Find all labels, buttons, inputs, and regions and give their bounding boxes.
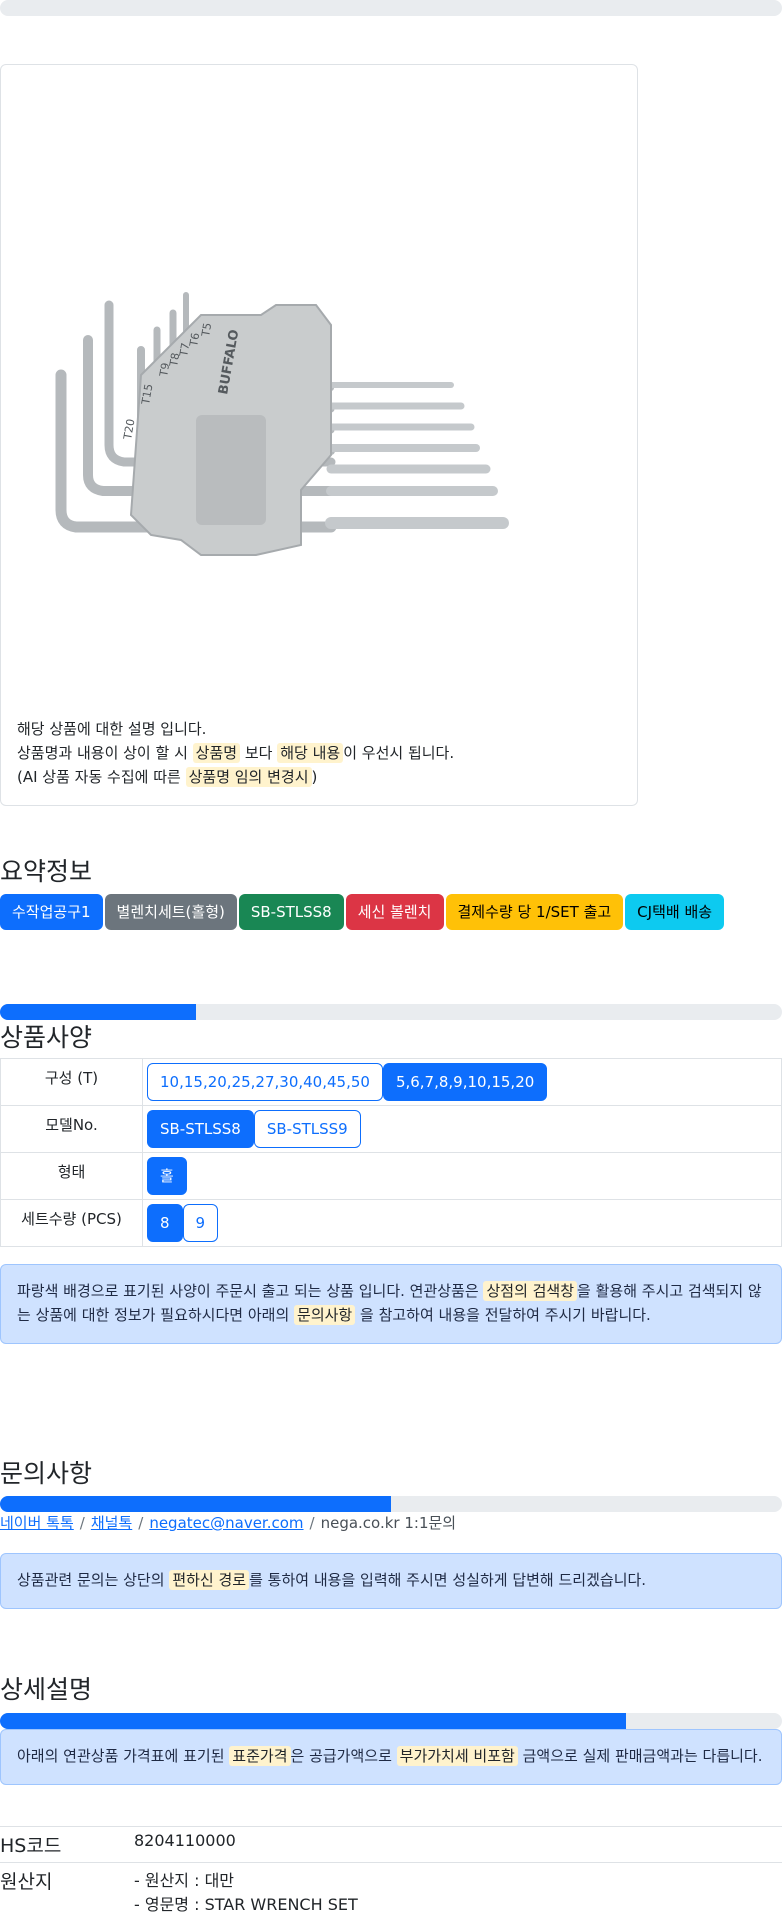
product-notice: 해당 상품에 대한 설명 입니다. 상품명과 내용이 상이 할 시 상품명 보다… [17,717,454,789]
notice-line: 해당 상품에 대한 설명 입니다. [17,717,454,741]
spec-title: 상품사양 [0,1018,92,1054]
summary-badge: 별렌치세트(홀형) [105,894,237,930]
summary-badge: CJ택배 배송 [625,894,724,930]
spec-option-button[interactable]: 10,15,20,25,27,30,40,45,50 [147,1063,383,1101]
size-marking: T20 [121,418,138,442]
origin-value: - 원산지 : 대만- 영문명 : STAR WRENCH SET [134,1863,782,1919]
detail-progress [0,1713,782,1729]
spec-option-button[interactable]: 9 [183,1204,219,1242]
inquiry-links: 네이버 톡톡/채널톡/negatec@naver.com/nega.co.kr … [0,1512,456,1533]
email-link[interactable]: negatec@naver.com [149,1514,303,1532]
one-on-one-inquiry: nega.co.kr 1:1문의 [321,1514,457,1532]
hs-code-value: 8204110000 [134,1827,782,1863]
summary-badge: 세신 볼렌치 [346,894,444,930]
spec-label: 세트수량 (PCS) [1,1200,143,1247]
hs-code-label: HS코드 [0,1827,134,1863]
inquiry-notice: 상품관련 문의는 상단의 편하신 경로를 통하여 내용을 입력해 주시면 성실하… [0,1553,782,1609]
spec-notice: 파랑색 배경으로 표기된 사양이 주문시 출고 되는 상품 입니다. 연관상품은… [0,1264,782,1344]
detail-info-table: HS코드 8204110000 원산지 - 원산지 : 대만- 영문명 : ST… [0,1826,782,1919]
summary-title: 요약정보 [0,852,92,888]
spec-option-button[interactable]: SB-STLSS9 [254,1110,361,1148]
spec-option-button[interactable]: 8 [147,1204,183,1242]
notice-line: 상품명과 내용이 상이 할 시 상품명 보다 해당 내용이 우선시 됩니다. [17,741,454,765]
spec-option-button[interactable]: SB-STLSS8 [147,1110,254,1148]
product-image: BUFFALO T5 T6 T7 T8 T9 T15 T20 [31,255,631,595]
detail-notice: 아래의 연관상품 가격표에 표기된 표준가격은 공급가액으로 부가가치세 비포함… [0,1729,782,1785]
detail-title: 상세설명 [0,1670,92,1706]
spec-label: 모델No. [1,1106,143,1153]
summary-badge: 수작업공구1 [0,894,103,930]
size-marking: T9 [157,362,172,379]
channel-talk-link[interactable]: 채널톡 [91,1514,132,1532]
spec-row: 형태홀 [1,1153,782,1200]
origin-label: 원산지 [0,1863,134,1919]
product-card: BUFFALO T5 T6 T7 T8 T9 T15 T20 해당 상품에 대한… [0,64,638,806]
spec-row: 모델No.SB-STLSS8SB-STLSS9 [1,1106,782,1153]
summary-badge: 결제수량 당 1/SET 출고 [446,894,624,930]
inquiry-title: 문의사항 [0,1454,92,1490]
origin-row: 원산지 - 원산지 : 대만- 영문명 : STAR WRENCH SET [0,1863,782,1919]
top-scroll-bar [0,0,782,16]
inquiry-progress [0,1496,782,1512]
naver-talktalk-link[interactable]: 네이버 톡톡 [0,1514,74,1532]
spec-option-button[interactable]: 홀 [147,1157,187,1195]
spec-options: 홀 [143,1153,782,1200]
spec-label: 형태 [1,1153,143,1200]
spec-options: 89 [143,1200,782,1247]
spec-option-button[interactable]: 5,6,7,8,9,10,15,20 [383,1063,547,1101]
notice-line: (AI 상품 자동 수집에 따른 상품명 임의 변경시) [17,765,454,789]
spec-table: 구성 (T)10,15,20,25,27,30,40,45,505,6,7,8,… [0,1058,782,1247]
spec-row: 구성 (T)10,15,20,25,27,30,40,45,505,6,7,8,… [1,1059,782,1106]
summary-badge: SB-STLSS8 [239,894,344,930]
spec-progress [0,1004,782,1020]
spec-options: 10,15,20,25,27,30,40,45,505,6,7,8,9,10,1… [143,1059,782,1106]
hs-code-row: HS코드 8204110000 [0,1827,782,1863]
spec-label: 구성 (T) [1,1059,143,1106]
summary-badges: 수작업공구1별렌치세트(홀형)SB-STLSS8세신 볼렌치결제수량 당 1/S… [0,894,724,930]
spec-row: 세트수량 (PCS)89 [1,1200,782,1247]
spec-options: SB-STLSS8SB-STLSS9 [143,1106,782,1153]
